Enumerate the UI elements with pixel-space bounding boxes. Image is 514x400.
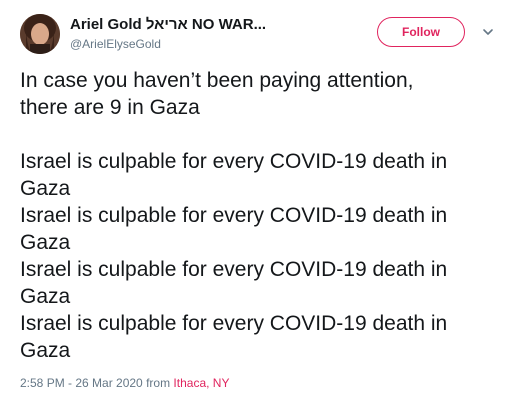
tweet-line: there are 9 in Gaza	[20, 96, 200, 119]
tweet-line: Israel is culpable for every COVID-19 de…	[20, 258, 448, 281]
tweet-timestamp[interactable]: 2:58 PM - 26 Mar 2020	[20, 376, 143, 390]
tweet-line: Gaza	[20, 231, 71, 254]
profile-photo	[20, 14, 60, 54]
tweet-line: Gaza	[20, 339, 71, 362]
tweet-line: Gaza	[20, 285, 71, 308]
tweet-line: Gaza	[20, 177, 71, 200]
tweet-card: Ariel Gold אריאל NO WAR... @ArielElyseGo…	[0, 0, 514, 400]
follow-button[interactable]: Follow	[377, 17, 465, 47]
author-info: Ariel Gold אריאל NO WAR... @ArielElyseGo…	[70, 15, 266, 52]
tweet-line: Israel is culpable for every COVID-19 de…	[20, 204, 448, 227]
tweet-line: Israel is culpable for every COVID-19 de…	[20, 312, 448, 335]
tweet-blank-line	[20, 121, 500, 148]
tweet-location-link[interactable]: Ithaca, NY	[173, 376, 229, 390]
tweet-line: Israel is culpable for every COVID-19 de…	[20, 150, 448, 173]
from-label: from	[146, 376, 171, 390]
author-handle[interactable]: @ArielElyseGold	[70, 36, 266, 52]
tweet-line: In case you haven’t been paying attentio…	[20, 69, 414, 92]
tweet-text: In case you haven’t been paying attentio…	[20, 67, 500, 364]
tweet-metadata: 2:58 PM - 26 Mar 2020 from Ithaca, NY	[20, 376, 229, 390]
avatar[interactable]	[20, 14, 60, 54]
author-display-name[interactable]: Ariel Gold אריאל NO WAR...	[70, 15, 266, 34]
chevron-down-icon[interactable]	[481, 25, 495, 39]
